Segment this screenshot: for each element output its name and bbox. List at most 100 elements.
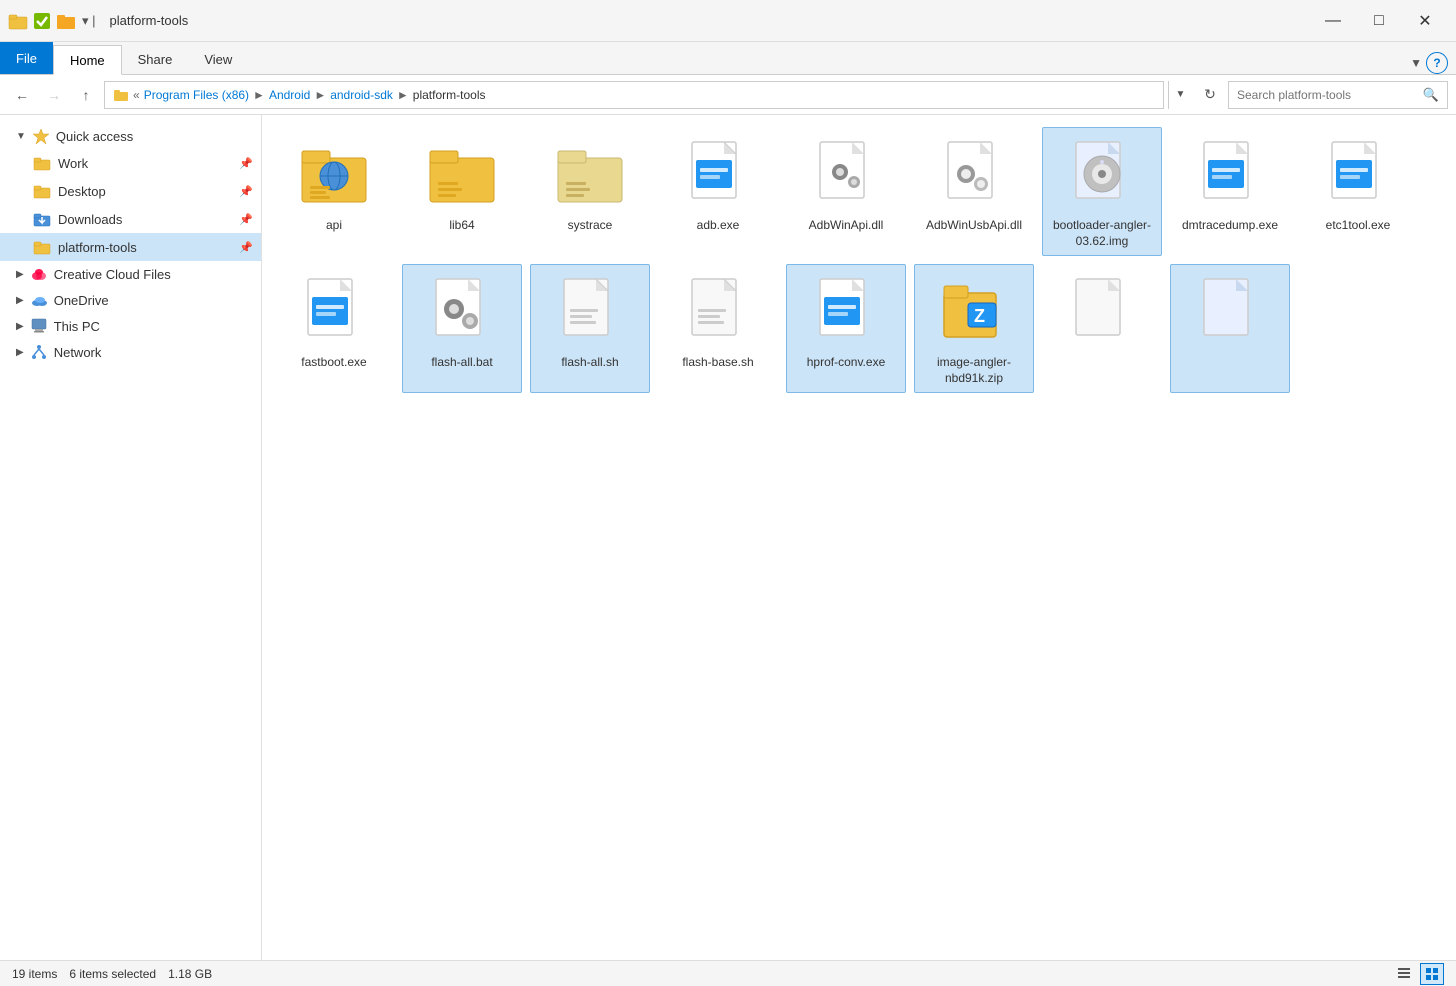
hprof-conv-exe-label: hprof-conv.exe	[807, 355, 886, 371]
file-item[interactable]: Z image-angler-nbd91k.zip	[914, 264, 1034, 393]
large-icons-view-button[interactable]	[1420, 963, 1444, 985]
onedrive-label: OneDrive	[54, 293, 109, 308]
window-title: platform-tools	[106, 13, 1310, 28]
partial-2-icon	[1190, 271, 1270, 351]
minimize-button[interactable]: —	[1310, 6, 1356, 36]
address-box[interactable]: « Program Files (x86) ► Android ► androi…	[104, 81, 1164, 109]
api-label: api	[326, 218, 342, 234]
addr-current: platform-tools	[413, 88, 486, 102]
file-item[interactable]: dmtracedump.exe	[1170, 127, 1290, 256]
creative-cloud-icon	[30, 265, 48, 283]
help-button[interactable]: ?	[1426, 52, 1448, 74]
tab-view[interactable]: View	[188, 44, 248, 74]
partial-1-icon	[1062, 271, 1142, 351]
sidebar-item-platform-tools[interactable]: platform-tools 📌	[0, 233, 261, 261]
flash-all-sh-label: flash-all.sh	[561, 355, 618, 371]
file-item[interactable]: AdbWinApi.dll	[786, 127, 906, 256]
search-input[interactable]	[1237, 88, 1419, 102]
this-pc-chevron: ▶	[16, 321, 24, 332]
file-item[interactable]: flash-all.bat	[402, 264, 522, 393]
platform-tools-pin-icon: 📌	[239, 241, 253, 254]
addr-crumb-2[interactable]: android-sdk	[330, 88, 393, 102]
work-folder-icon	[32, 153, 52, 173]
adb-exe-icon	[678, 134, 758, 214]
bootloader-img-label: bootloader-angler-03.62.img	[1047, 218, 1157, 249]
file-item[interactable]: flash-base.sh	[658, 264, 778, 393]
file-item[interactable]: etc1tool.exe	[1298, 127, 1418, 256]
window-controls: — □ ✕	[1310, 6, 1448, 36]
file-item[interactable]: fastboot.exe	[274, 264, 394, 393]
search-icon: 🔍	[1423, 87, 1439, 103]
file-item[interactable]: flash-all.sh	[530, 264, 650, 393]
checkmark-icon	[32, 11, 52, 31]
sidebar-section-onedrive[interactable]: ▶ OneDrive	[0, 287, 261, 313]
sidebar-item-downloads[interactable]: Downloads 📌	[0, 205, 261, 233]
forward-button[interactable]: →	[40, 81, 68, 109]
creative-cloud-label: Creative Cloud Files	[54, 267, 171, 282]
addr-crumb-0[interactable]: Program Files (x86)	[144, 88, 249, 102]
svg-text:Z: Z	[974, 306, 985, 326]
content-area: api lib64	[262, 115, 1456, 960]
sidebar-section-this-pc[interactable]: ▶ This PC	[0, 313, 261, 339]
adbwinapi-dll-label: AdbWinApi.dll	[809, 218, 884, 234]
network-icon	[30, 343, 48, 361]
sidebar: ▼ Quick access Work 📌	[0, 115, 262, 960]
addressbar: ← → ↑ « Program Files (x86) ► Android ► …	[0, 75, 1456, 115]
adbwinusbapi-dll-icon	[934, 134, 1014, 214]
search-box[interactable]: 🔍	[1228, 81, 1448, 109]
adbwinapi-dll-icon	[806, 134, 886, 214]
file-item[interactable]: bootloader-angler-03.62.img	[1042, 127, 1162, 256]
tab-home[interactable]: Home	[53, 45, 122, 75]
sidebar-section-network[interactable]: ▶ Network	[0, 339, 261, 365]
titlebar: ▾ | platform-tools — □ ✕	[0, 0, 1456, 42]
desktop-pin-icon: 📌	[239, 185, 253, 198]
main-layout: ▼ Quick access Work 📌	[0, 115, 1456, 960]
sidebar-item-desktop[interactable]: Desktop 📌	[0, 177, 261, 205]
fastboot-exe-icon	[294, 271, 374, 351]
size-display: 1.18 GB	[168, 967, 212, 981]
details-view-button[interactable]	[1392, 963, 1416, 985]
address-dropdown-button[interactable]: ▼	[1168, 81, 1192, 109]
desktop-folder-icon	[32, 181, 52, 201]
adb-exe-label: adb.exe	[697, 218, 740, 234]
sidebar-item-work[interactable]: Work 📌	[0, 149, 261, 177]
selected-count: 6 items selected	[69, 967, 156, 981]
flash-base-sh-label: flash-base.sh	[682, 355, 753, 371]
file-item[interactable]: api	[274, 127, 394, 256]
work-label: Work	[58, 156, 233, 171]
maximize-button[interactable]: □	[1356, 6, 1402, 36]
lib64-folder-icon	[422, 134, 502, 214]
etc1tool-exe-label: etc1tool.exe	[1326, 218, 1391, 234]
ribbon-collapse-icon[interactable]: ▼	[1410, 56, 1422, 70]
sidebar-section-creative-cloud[interactable]: ▶ Creative Cloud Files	[0, 261, 261, 287]
quick-access-label: Quick access	[56, 129, 133, 144]
tab-share[interactable]: Share	[122, 44, 189, 74]
file-item-partial-1[interactable]	[1042, 264, 1162, 393]
file-item[interactable]: AdbWinUsbApi.dll	[914, 127, 1034, 256]
item-count: 19 items	[12, 967, 57, 981]
flash-all-bat-label: flash-all.bat	[431, 355, 492, 371]
tab-file[interactable]: File	[0, 42, 53, 74]
file-item[interactable]: adb.exe	[658, 127, 778, 256]
title-separator: ▾ |	[82, 13, 96, 29]
systrace-label: systrace	[568, 218, 613, 234]
onedrive-chevron: ▶	[16, 295, 24, 306]
downloads-pin-icon: 📌	[239, 213, 253, 226]
back-button[interactable]: ←	[8, 81, 36, 109]
addr-sep-3: ►	[397, 88, 409, 102]
file-item[interactable]: hprof-conv.exe	[786, 264, 906, 393]
network-chevron: ▶	[16, 347, 24, 358]
sidebar-section-quick-access[interactable]: ▼ Quick access	[0, 123, 261, 149]
file-item-partial-2[interactable]	[1170, 264, 1290, 393]
statusbar-right	[1392, 963, 1444, 985]
dmtracedump-exe-icon	[1190, 134, 1270, 214]
addr-sep-2: ►	[314, 88, 326, 102]
file-item[interactable]: lib64	[402, 127, 522, 256]
close-button[interactable]: ✕	[1402, 6, 1448, 36]
file-item[interactable]: systrace	[530, 127, 650, 256]
refresh-button[interactable]: ↻	[1196, 81, 1224, 109]
api-folder-icon	[294, 134, 374, 214]
dmtracedump-exe-label: dmtracedump.exe	[1182, 218, 1278, 234]
addr-crumb-1[interactable]: Android	[269, 88, 310, 102]
up-button[interactable]: ↑	[72, 81, 100, 109]
